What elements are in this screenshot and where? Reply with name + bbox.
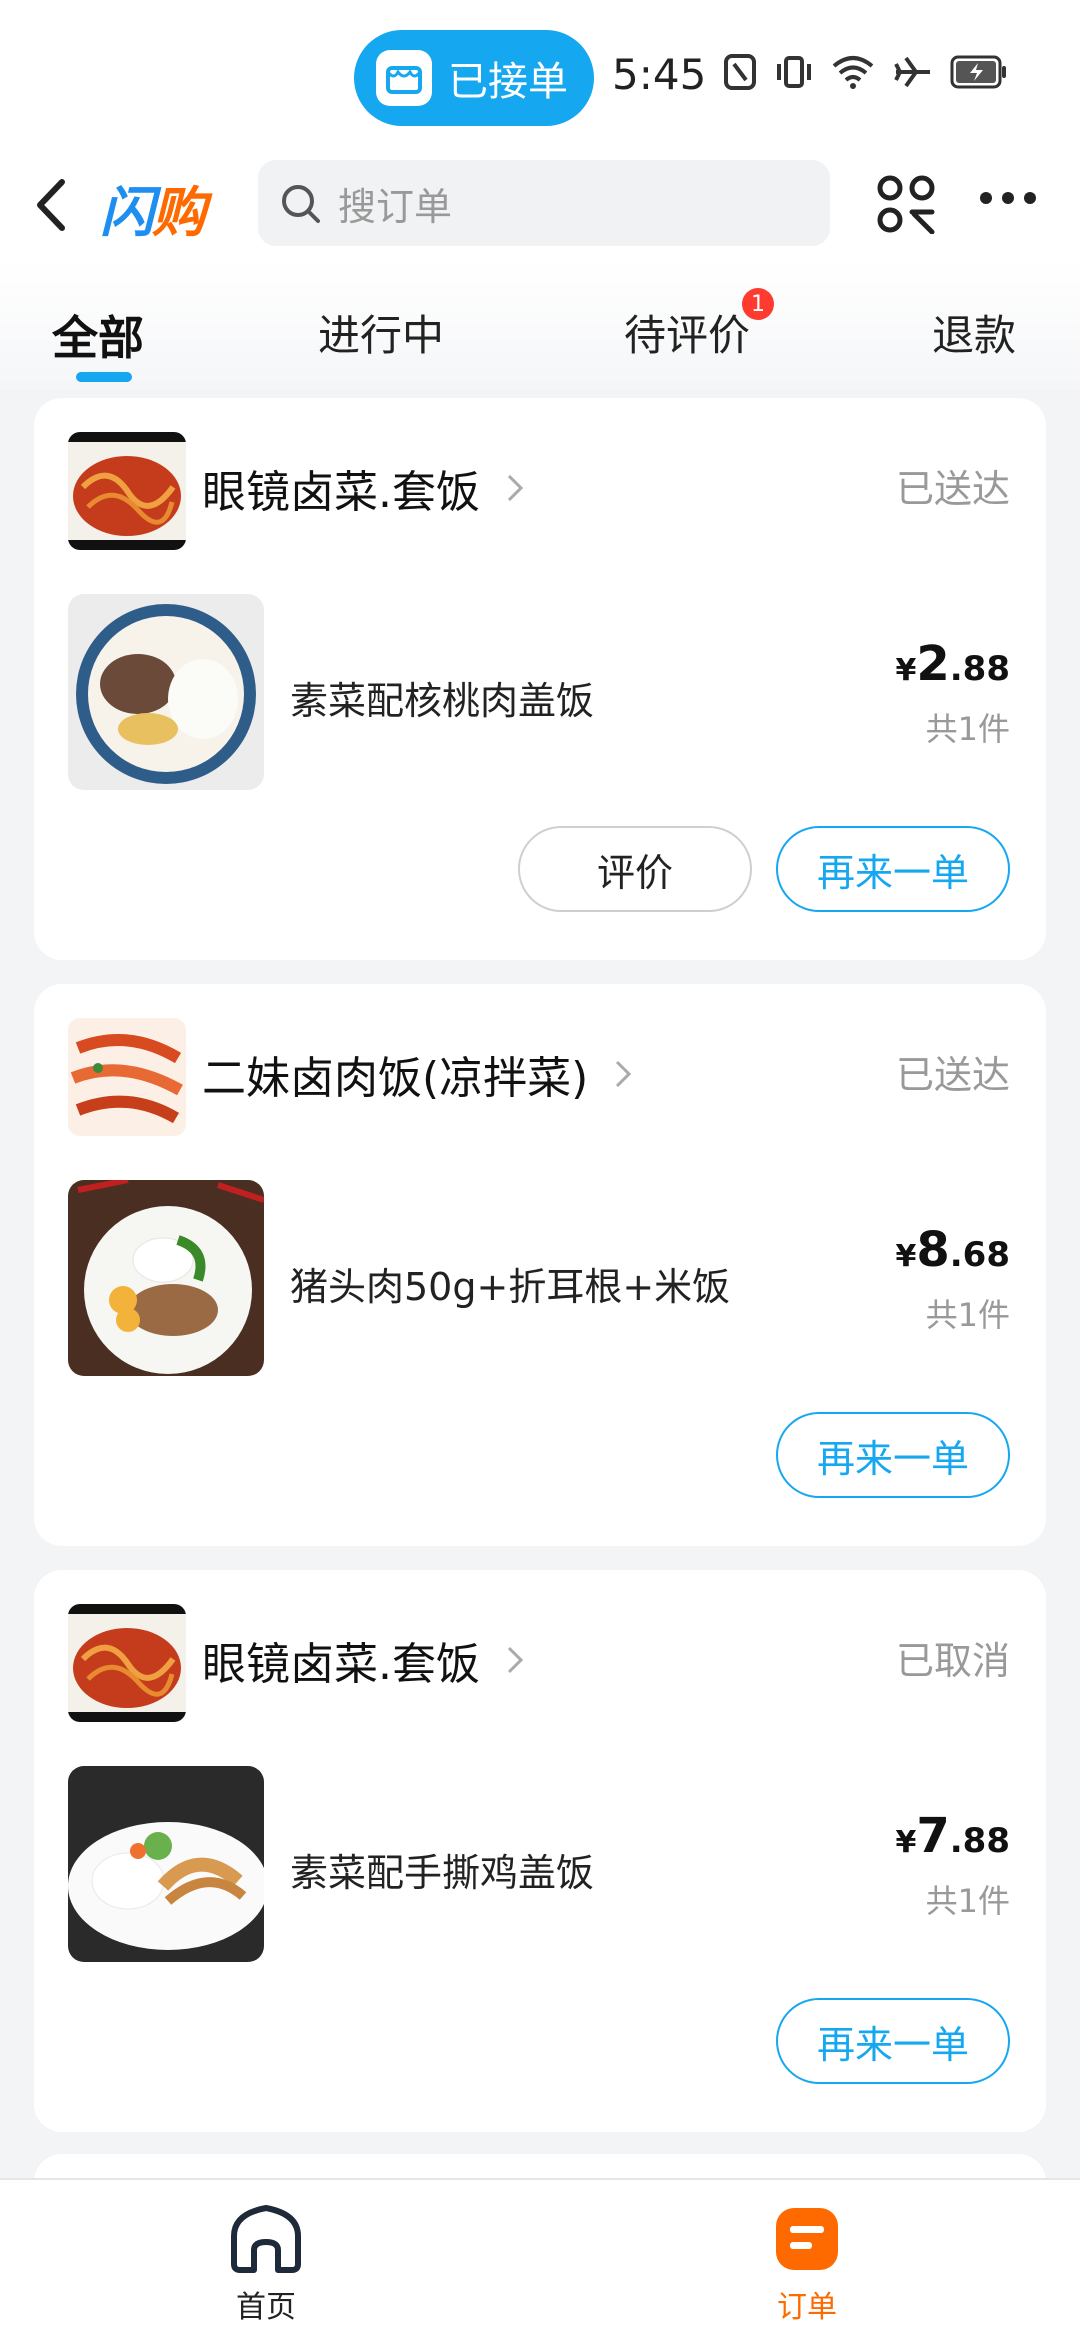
order-price: ¥2.88 [895, 636, 1010, 692]
search-icon [282, 185, 320, 223]
shop-name: 二妹卤肉饭(凉拌菜) [202, 1053, 589, 1104]
order-status: 已送达 [895, 467, 1010, 511]
nav-home[interactable]: 首页 [226, 2202, 306, 2326]
tab-refund[interactable]: 退款 [932, 302, 1016, 363]
bottom-nav: 首页 订单 [0, 2178, 1080, 2342]
search-box[interactable]: 搜订单 [258, 160, 830, 246]
review-button[interactable]: 评价 [518, 826, 752, 912]
more-button[interactable] [978, 190, 1038, 210]
scan-button[interactable] [876, 174, 936, 238]
tab-to-review[interactable]: 待评价 [624, 302, 750, 363]
order-card[interactable]: 眼镜卤菜.套饭 已取消 素菜配手撕鸡盖饭 ¥7.88 共1件 再来一单 [34, 1570, 1046, 2132]
chevron-right-icon [507, 474, 524, 502]
back-button[interactable] [30, 170, 80, 240]
shop-thumbnail [68, 1604, 186, 1722]
battery-icon [950, 55, 1006, 89]
shop-name: 眼镜卤菜.套饭 [202, 1639, 480, 1690]
shop-name-link[interactable]: 眼镜卤菜.套饭 [202, 456, 524, 520]
status-bar: 已接单 5:45 [0, 0, 1080, 150]
reorder-button[interactable]: 再来一单 [776, 826, 1010, 912]
item-count: 共1件 [925, 710, 1010, 748]
system-icons [722, 52, 1008, 92]
active-tab-indicator [76, 372, 132, 382]
nav-home-label: 首页 [236, 2290, 296, 2325]
pill-label: 已接单 [448, 59, 568, 105]
order-accepted-pill[interactable]: 已接单 [354, 30, 594, 126]
nfc-icon [724, 54, 756, 90]
food-image [68, 1180, 264, 1376]
vibrate-icon [777, 56, 811, 88]
chevron-left-icon [37, 179, 65, 231]
clock: 5:45 [612, 50, 707, 99]
item-count: 共1件 [925, 1882, 1010, 1920]
food-item-name: 素菜配核桃肉盖饭 [290, 679, 595, 723]
item-count: 共1件 [925, 1296, 1010, 1334]
orders-icon [776, 2208, 838, 2270]
reorder-button[interactable]: 再来一单 [776, 1412, 1010, 1498]
search-placeholder: 搜订单 [338, 184, 453, 229]
shop-name: 眼镜卤菜.套饭 [202, 467, 480, 518]
shop-thumbnail [68, 432, 186, 550]
food-image [68, 1766, 264, 1962]
order-price: ¥8.68 [895, 1222, 1010, 1278]
order-status: 已送达 [895, 1053, 1010, 1097]
order-card[interactable]: 眼镜卤菜.套饭 已送达 素菜配核桃肉盖饭 ¥2.88 共1件 评价 再来一单 [34, 398, 1046, 960]
home-icon [231, 2205, 301, 2273]
tab-all[interactable]: 全部 [52, 302, 144, 368]
chevron-right-icon [507, 1646, 524, 1674]
reorder-button[interactable]: 再来一单 [776, 1998, 1010, 2084]
shangou-logo: 闪购 [100, 181, 206, 244]
shop-thumbnail [68, 1018, 186, 1136]
airplane-icon [894, 56, 930, 88]
store-icon [376, 50, 432, 106]
review-count-badge: 1 [742, 288, 774, 320]
nav-orders[interactable]: 订单 [772, 2202, 842, 2326]
chevron-right-icon [616, 1060, 632, 1088]
food-item-name: 素菜配手撕鸡盖饭 [290, 1851, 595, 1895]
food-image [68, 594, 264, 790]
wifi-icon [832, 56, 874, 89]
more-dots-icon [980, 192, 1036, 204]
order-status: 已取消 [895, 1639, 1010, 1683]
shop-name-link[interactable]: 二妹卤肉饭(凉拌菜) [202, 1042, 632, 1106]
top-nav: 闪购 搜订单 [0, 150, 1080, 260]
shop-name-link[interactable]: 眼镜卤菜.套饭 [202, 1628, 524, 1692]
nav-orders-label: 订单 [777, 2290, 837, 2325]
order-price: ¥7.88 [895, 1808, 1010, 1864]
tab-in-progress[interactable]: 进行中 [318, 302, 444, 363]
scan-icon [877, 175, 935, 235]
order-tabs: 全部 进行中 待评价 1 退款 [0, 260, 1080, 390]
order-card[interactable]: 二妹卤肉饭(凉拌菜) 已送达 猪头肉50g+折耳根+米饭 ¥8.68 共1件 再… [34, 984, 1046, 1546]
food-item-name: 猪头肉50g+折耳根+米饭 [290, 1265, 731, 1309]
